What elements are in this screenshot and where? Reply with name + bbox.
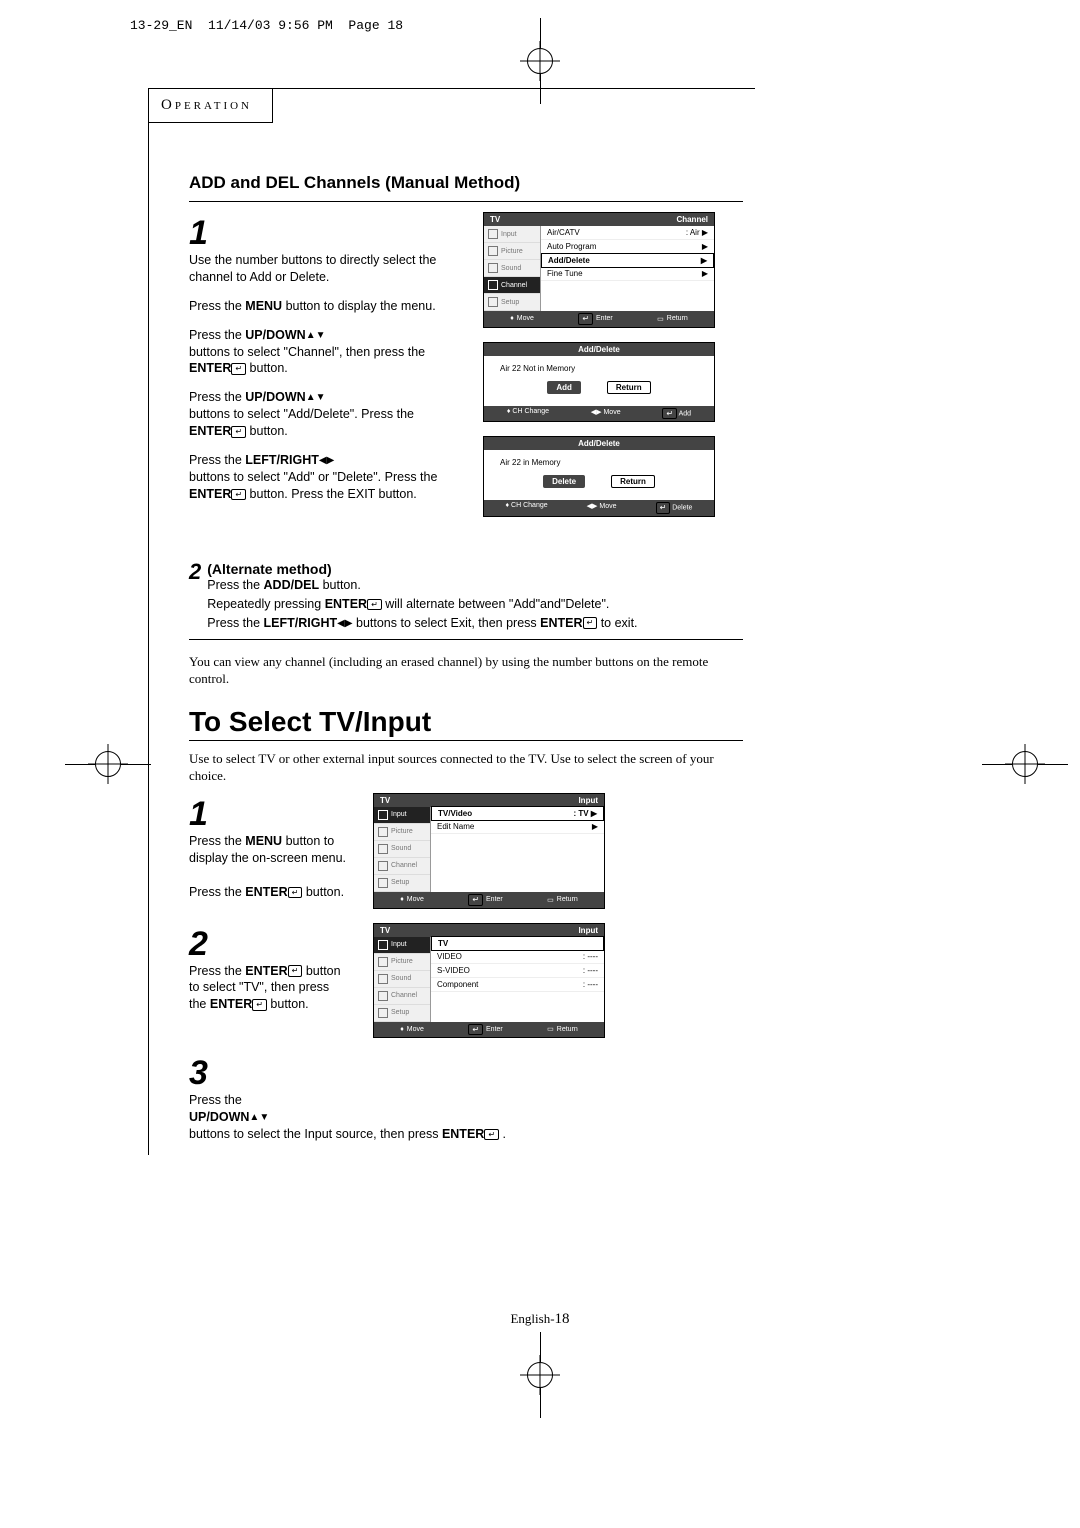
- page-footer: English-18: [510, 1311, 569, 1328]
- osd-tab-input: Input: [374, 807, 430, 824]
- enter-icon: ↵: [231, 363, 246, 375]
- osd-input-menu-1: TVInput Input Picture Sound Channel Setu…: [373, 793, 605, 909]
- sound-icon: [488, 263, 498, 273]
- osd-add-delete-add: Add/Delete Air 22 Not in Memory Add Retu…: [483, 342, 715, 423]
- return-button: Return: [607, 381, 651, 394]
- enter-hint: ↵ Enter: [578, 313, 612, 325]
- left-right-icon: ◀▶: [319, 455, 334, 466]
- crop-mark-bottom: [527, 1332, 553, 1418]
- input-icon: [488, 229, 498, 239]
- osd-tab-sound: Sound: [484, 260, 540, 277]
- osd-channel-menu: TVChannel Input Picture Sound Channel Se…: [483, 212, 715, 328]
- osd-tab-channel: Channel: [484, 277, 540, 294]
- section2-title: To Select TV/Input: [189, 706, 743, 738]
- crop-mark-right: [982, 751, 1068, 777]
- channel-icon: [488, 280, 498, 290]
- section1-title: ADD and DEL Channels (Manual Method): [189, 173, 743, 193]
- enter-icon: ↵: [484, 1129, 499, 1141]
- delete-button: Delete: [543, 475, 585, 488]
- enter-icon: ↵: [252, 999, 267, 1011]
- up-down-icon: ▲▼: [249, 1112, 269, 1123]
- alternate-method: 2 (Alternate method) Press the ADD/DEL b…: [189, 561, 743, 634]
- osd-input-menu-2: TVInput Input Picture Sound Channel Setu…: [373, 923, 605, 1039]
- step2-1-num: 1: [189, 797, 349, 831]
- step2-3-text: Press the UP/DOWN▲▼ buttons to select th…: [189, 1092, 743, 1143]
- add-button: Add: [547, 381, 581, 394]
- picture-icon: [488, 246, 498, 256]
- step1-p3: Press the UP/DOWN▲▼ buttons to select "C…: [189, 327, 459, 378]
- left-right-icon: ◀▶: [337, 617, 352, 628]
- up-down-icon: ▲▼: [306, 392, 326, 403]
- enter-icon: ↵: [367, 599, 382, 611]
- section-header: Operation: [149, 89, 273, 123]
- setup-icon: [488, 297, 498, 307]
- step1-p1: Use the number buttons to directly selec…: [189, 252, 459, 286]
- return-button: Return: [611, 475, 655, 488]
- step2-1-text: Press the MENU button to display the on-…: [189, 833, 349, 901]
- step2-2-num: 2: [189, 927, 349, 961]
- osd-tab-input: Input: [484, 226, 540, 243]
- step1-p4: Press the UP/DOWN▲▼ buttons to select "A…: [189, 389, 459, 440]
- osd-tab-setup: Setup: [484, 294, 540, 311]
- content-frame: Operation ADD and DEL Channels (Manual M…: [148, 88, 755, 1155]
- step2-3-num: 3: [189, 1056, 743, 1090]
- enter-icon: ↵: [231, 426, 246, 438]
- section1-note: You can view any channel (including an e…: [189, 654, 743, 688]
- section2-intro: Use to select TV or other external input…: [189, 751, 743, 785]
- osd-add-delete-del: Add/Delete Air 22 in Memory Delete Retur…: [483, 436, 715, 517]
- enter-icon: ↵: [583, 617, 598, 629]
- return-hint: ▭ Return: [657, 313, 688, 325]
- print-header: 13-29_EN 11/14/03 9:56 PM Page 18: [130, 18, 403, 33]
- step1-p2: Press the MENU button to display the men…: [189, 298, 459, 315]
- crop-mark-left: [65, 751, 151, 777]
- move-hint: ♦ Move: [510, 313, 534, 325]
- step1-p5: Press the LEFT/RIGHT◀▶ buttons to select…: [189, 452, 459, 503]
- up-down-icon: ▲▼: [306, 330, 326, 341]
- enter-icon: ↵: [288, 887, 303, 899]
- step1-num: 1: [189, 216, 459, 250]
- enter-icon: ↵: [288, 965, 303, 977]
- enter-icon: ↵: [231, 489, 246, 501]
- step2-2-text: Press the ENTER↵ button to select "TV", …: [189, 963, 349, 1014]
- osd-tab-picture: Picture: [484, 243, 540, 260]
